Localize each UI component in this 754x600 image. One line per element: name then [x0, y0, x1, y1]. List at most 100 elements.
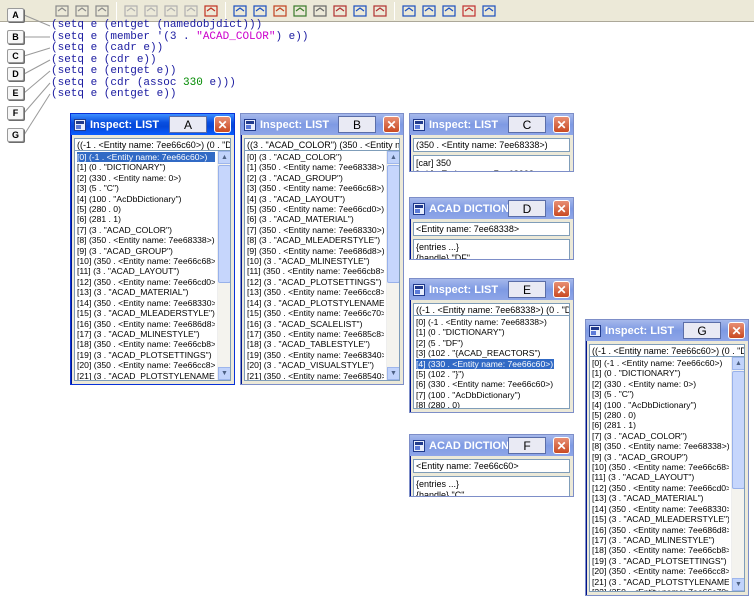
list-item[interactable]: [19] (350 . <Entity name: 7ee68340>) [247, 350, 384, 360]
list-item[interactable]: [1] (0 . "DICTIONARY") [416, 327, 554, 337]
toggle-breakpoint-icon[interactable] [401, 3, 417, 19]
list-item[interactable]: [11] (350 . <Entity name: 7ee66cb8>) [247, 266, 384, 276]
inspect-element-list[interactable]: [0] (3 . "ACAD_COLOR") [1] (350 . <Entity… [244, 150, 400, 381]
list-item[interactable]: [21] (3 . "ACAD_PLOTSTYLENAME") [592, 577, 729, 587]
code-line[interactable]: (setq e (cadr e)) [51, 42, 308, 55]
list-item[interactable]: [3] (5 . "C") [77, 183, 215, 193]
detail-item[interactable]: [cdr] <Entity name: 7ee68338> [416, 169, 567, 172]
list-item[interactable]: [8] (350 . <Entity name: 7ee68338>) [592, 441, 729, 451]
list-item[interactable]: [10] (350 . <Entity name: 7ee66c68>) [592, 462, 729, 472]
close-icon[interactable]: ✕ [383, 116, 400, 133]
inspect-window-b[interactable]: Inspect: LIST B ✕ ((3 . "ACAD_COLOR") (350 … [240, 113, 404, 385]
list-item[interactable]: [17] (3 . "ACAD_MLINESTYLE") [592, 535, 729, 545]
list-item[interactable]: [13] (3 . "ACAD_MATERIAL") [77, 287, 215, 297]
inspect-window-f[interactable]: ACAD DICTIONARY F ✕ <Entity name: 7ee66c60>… [409, 434, 574, 497]
list-item[interactable]: [17] (3 . "ACAD_MLINESTYLE") [77, 329, 215, 339]
list-item[interactable]: [6] (330 . <Entity name: 7ee66c60>) [416, 379, 554, 389]
step-out-icon[interactable] [183, 3, 199, 19]
detail-item[interactable]: {handle} "DF" [416, 253, 567, 260]
window-title-bar[interactable]: Inspect: LIST G ✕ [586, 320, 748, 341]
list-item[interactable]: [16] (3 . "ACAD_SCALELIST") [247, 319, 384, 329]
close-icon[interactable]: ✕ [728, 322, 745, 339]
list-item[interactable]: [11] (3 . "ACAD_LAYOUT") [592, 472, 729, 482]
list-item[interactable]: [16] (350 . <Entity name: 7ee686d8>) [592, 525, 729, 535]
list-item[interactable]: [12] (350 . <Entity name: 7ee66cd0>) [592, 483, 729, 493]
list-item[interactable]: [5] (102 . "}") [416, 369, 554, 379]
scroll-down-icon[interactable]: ▼ [218, 367, 230, 380]
scroll-down-icon[interactable]: ▼ [387, 367, 399, 380]
list-item[interactable]: [7] (3 . "ACAD_COLOR") [592, 431, 729, 441]
list-item[interactable]: [9] (3 . "ACAD_GROUP") [592, 452, 729, 462]
code-line[interactable]: (setq e (entget e)) [51, 88, 308, 101]
list-item[interactable]: [2] (3 . "ACAD_GROUP") [247, 173, 384, 183]
list-item[interactable]: [11] (3 . "ACAD_LAYOUT") [77, 266, 215, 276]
scroll-thumb[interactable] [218, 165, 230, 283]
list-item[interactable]: [0] (3 . "ACAD_COLOR") [247, 152, 384, 162]
inspect-window-d[interactable]: ACAD DICTIONARY D ✕ <Entity name: 7ee68338>… [409, 197, 574, 260]
window-title-bar[interactable]: Inspect: LIST B ✕ [241, 114, 403, 135]
list-item[interactable]: [8] (280 . 0) [416, 400, 554, 408]
list-item[interactable]: [3] (350 . <Entity name: 7ee66c68>) [247, 183, 384, 193]
detail-item[interactable]: [car] 350 [416, 158, 567, 169]
list-item[interactable]: [13] (3 . "ACAD_MATERIAL") [592, 493, 729, 503]
list-item[interactable]: [15] (3 . "ACAD_MLEADERSTYLE") [592, 514, 729, 524]
inspect-detail-box[interactable]: {entries ...} {handle} "C" [413, 476, 570, 497]
list-item[interactable]: [6] (3 . "ACAD_MATERIAL") [247, 214, 384, 224]
check-icon[interactable] [272, 3, 288, 19]
inspect-element-list[interactable]: [0] (-1 . <Entity name: 7ee66c60>) [1] (0… [589, 356, 745, 592]
clear-breakpoints-icon[interactable] [421, 3, 437, 19]
inspect-window-e[interactable]: Inspect: LIST E ✕ ((-1 . <Entity name: 7ee6… [409, 278, 574, 413]
list-item[interactable]: [8] (3 . "ACAD_MLEADERSTYLE") [247, 235, 384, 245]
list-item[interactable]: [1] (0 . "DICTIONARY") [592, 368, 729, 378]
list-item[interactable]: [0] (-1 . <Entity name: 7ee66c60>) [77, 152, 215, 163]
list-item[interactable]: [2] (330 . <Entity name: 0>) [77, 173, 215, 183]
inspect-detail-box[interactable]: [car] 350[cdr] <Entity name: 7ee68338> [413, 155, 570, 172]
list-item[interactable]: [20] (350 . <Entity name: 7ee66cc8>) [592, 566, 729, 576]
list-item[interactable]: [6] (281 . 1) [592, 420, 729, 430]
list-item[interactable]: [14] (350 . <Entity name: 7ee68330>) [77, 298, 215, 308]
list-item[interactable]: [22] (350 . <Entity name: 7ee66c70>) [592, 587, 729, 591]
vertical-scrollbar[interactable]: ▲ ▼ [217, 151, 230, 380]
list-item[interactable]: [5] (350 . <Entity name: 7ee66cd0>) [247, 204, 384, 214]
scroll-down-icon[interactable]: ▼ [732, 578, 744, 591]
list-item[interactable]: [15] (350 . <Entity name: 7ee66c70>) [247, 308, 384, 318]
list-item[interactable]: [0] (-1 . <Entity name: 7ee66c60>) [592, 358, 729, 368]
list-item[interactable]: [10] (350 . <Entity name: 7ee66c68>) [77, 256, 215, 266]
list-item[interactable]: [18] (350 . <Entity name: 7ee66cb8>) [77, 339, 215, 349]
last-break-icon[interactable] [441, 3, 457, 19]
watch-list-icon[interactable] [461, 3, 477, 19]
vertical-scrollbar[interactable]: ▲ ▼ [731, 357, 744, 591]
close-icon[interactable]: ✕ [553, 116, 570, 133]
step-up-icon[interactable] [143, 3, 159, 19]
scroll-up-icon[interactable]: ▲ [218, 151, 230, 164]
list-item[interactable]: [10] (3 . "ACAD_MLINESTYLE") [247, 256, 384, 266]
list-item[interactable]: [4] (100 . "AcDbDictionary") [77, 194, 215, 204]
trace-icon[interactable] [332, 3, 348, 19]
step-back-icon[interactable] [123, 3, 139, 19]
list-item[interactable]: [18] (350 . <Entity name: 7ee66cb8>) [592, 545, 729, 555]
list-item[interactable]: [1] (0 . "DICTIONARY") [77, 162, 215, 172]
list-item[interactable]: [19] (3 . "ACAD_PLOTSETTINGS") [592, 556, 729, 566]
list-item[interactable]: [9] (350 . <Entity name: 7ee686d8>) [247, 246, 384, 256]
detail-item[interactable]: {handle} "C" [416, 490, 567, 497]
list-item[interactable]: [3] (102 . "{ACAD_REACTORS") [416, 348, 554, 358]
load-file-icon[interactable] [252, 3, 268, 19]
list-item[interactable]: [18] (3 . "ACAD_TABLESTYLE") [247, 339, 384, 349]
list-item[interactable]: [20] (350 . <Entity name: 7ee66cc8>) [77, 360, 215, 370]
step-over-icon[interactable] [163, 3, 179, 19]
detail-item[interactable]: {entries ...} [416, 242, 567, 253]
inspect-icon[interactable] [312, 3, 328, 19]
list-item[interactable]: [5] (280 . 0) [592, 410, 729, 420]
window-title-bar[interactable]: Inspect: LIST E ✕ [410, 279, 573, 300]
list-item[interactable]: [13] (350 . <Entity name: 7ee66cc8>) [247, 287, 384, 297]
inspect-element-list[interactable]: [0] (-1 . <Entity name: 7ee66c60>) [1] (0… [74, 150, 231, 381]
list-item[interactable]: [7] (3 . "ACAD_COLOR") [77, 225, 215, 235]
close-icon[interactable]: ✕ [553, 437, 570, 454]
list-item[interactable]: [5] (280 . 0) [77, 204, 215, 214]
scroll-up-icon[interactable]: ▲ [732, 357, 744, 370]
code-editor[interactable]: (setq e (entget (namedobjdict))) (setq e … [51, 19, 308, 101]
list-item[interactable]: [7] (100 . "AcDbDictionary") [416, 390, 554, 400]
inspect-window-c[interactable]: Inspect: LIST C ✕ (350 . <Entity name: 7ee6… [409, 113, 574, 172]
vertical-scrollbar[interactable]: ▲ ▼ [386, 151, 399, 380]
detail-item[interactable]: {entries ...} [416, 479, 567, 490]
